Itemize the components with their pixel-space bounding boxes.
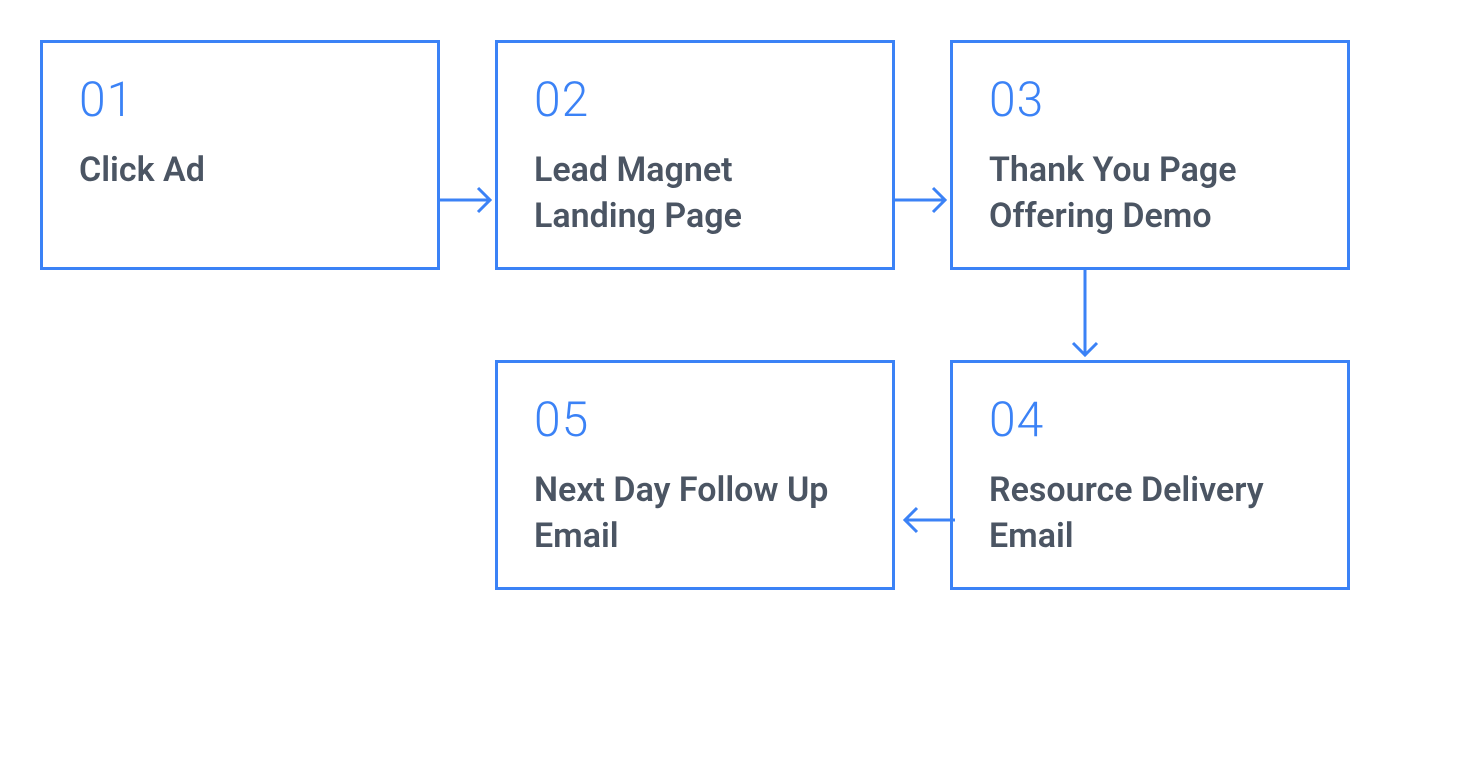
step-label: Lead Magnet Landing Page <box>534 148 856 240</box>
step-box-5: 05 Next Day Follow Up Email <box>495 360 895 590</box>
arrow-down-icon <box>1060 270 1110 365</box>
step-box-4: 04 Resource Delivery Email <box>950 360 1350 590</box>
step-number: 03 <box>989 71 1311 128</box>
step-number: 05 <box>534 391 856 448</box>
step-number: 02 <box>534 71 856 128</box>
arrow-left-icon <box>895 495 955 545</box>
step-number: 01 <box>79 71 401 128</box>
step-label: Resource Delivery Email <box>989 468 1311 560</box>
step-number: 04 <box>989 391 1311 448</box>
step-box-2: 02 Lead Magnet Landing Page <box>495 40 895 270</box>
step-label: Thank You Page Offering Demo <box>989 148 1311 240</box>
arrow-right-icon <box>895 175 955 225</box>
flowchart-container: 01 Click Ad 02 Lead Magnet Landing Page … <box>0 0 1470 760</box>
step-box-3: 03 Thank You Page Offering Demo <box>950 40 1350 270</box>
step-label: Click Ad <box>79 148 401 194</box>
step-box-1: 01 Click Ad <box>40 40 440 270</box>
arrow-right-icon <box>440 175 500 225</box>
step-label: Next Day Follow Up Email <box>534 468 856 560</box>
